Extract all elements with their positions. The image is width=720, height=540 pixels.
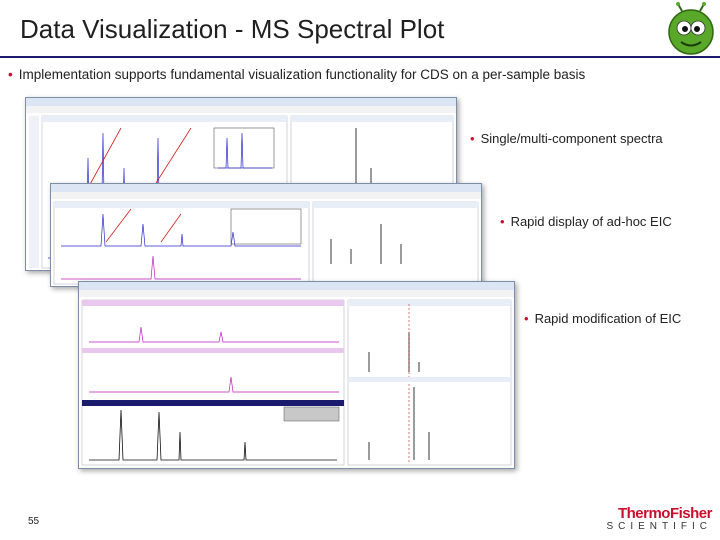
green-alien-mascot-icon — [668, 2, 714, 55]
side-bullet-1: • Single/multi-component spectra — [470, 131, 663, 146]
logo-line-2: SCIENTIFIC — [606, 521, 712, 532]
side-bullet-2: • Rapid display of ad-hoc EIC — [500, 214, 672, 229]
side-bullet-1-text: Single/multi-component spectra — [480, 131, 663, 146]
title-rule — [0, 56, 720, 58]
bullet-dot-icon: • — [470, 131, 475, 146]
page-number: 55 — [28, 516, 40, 527]
side-bullet-2-text: Rapid display of ad-hoc EIC — [510, 214, 672, 229]
chromatogram-window-2 — [50, 183, 482, 287]
side-bullet-3: • Rapid modification of EIC — [524, 311, 681, 326]
bullet-dot-icon: • — [524, 311, 529, 326]
window-3-content — [79, 282, 514, 466]
thermofisher-logo: ThermoFisher SCIENTIFIC — [606, 506, 712, 534]
logo-line-1: ThermoFisher — [617, 505, 713, 522]
main-bullet: • Implementation supports fundamental vis… — [8, 67, 585, 82]
bullet-dot-icon: • — [500, 214, 505, 229]
slide-title: Data Visualization - MS Spectral Plot — [20, 14, 445, 44]
side-bullet-3-text: Rapid modification of EIC — [534, 311, 682, 326]
main-bullet-text: Implementation supports fundamental visu… — [18, 67, 586, 82]
chromatogram-window-3 — [78, 281, 515, 469]
bullet-dot-icon: • — [8, 67, 13, 82]
window-2-content — [51, 184, 481, 285]
